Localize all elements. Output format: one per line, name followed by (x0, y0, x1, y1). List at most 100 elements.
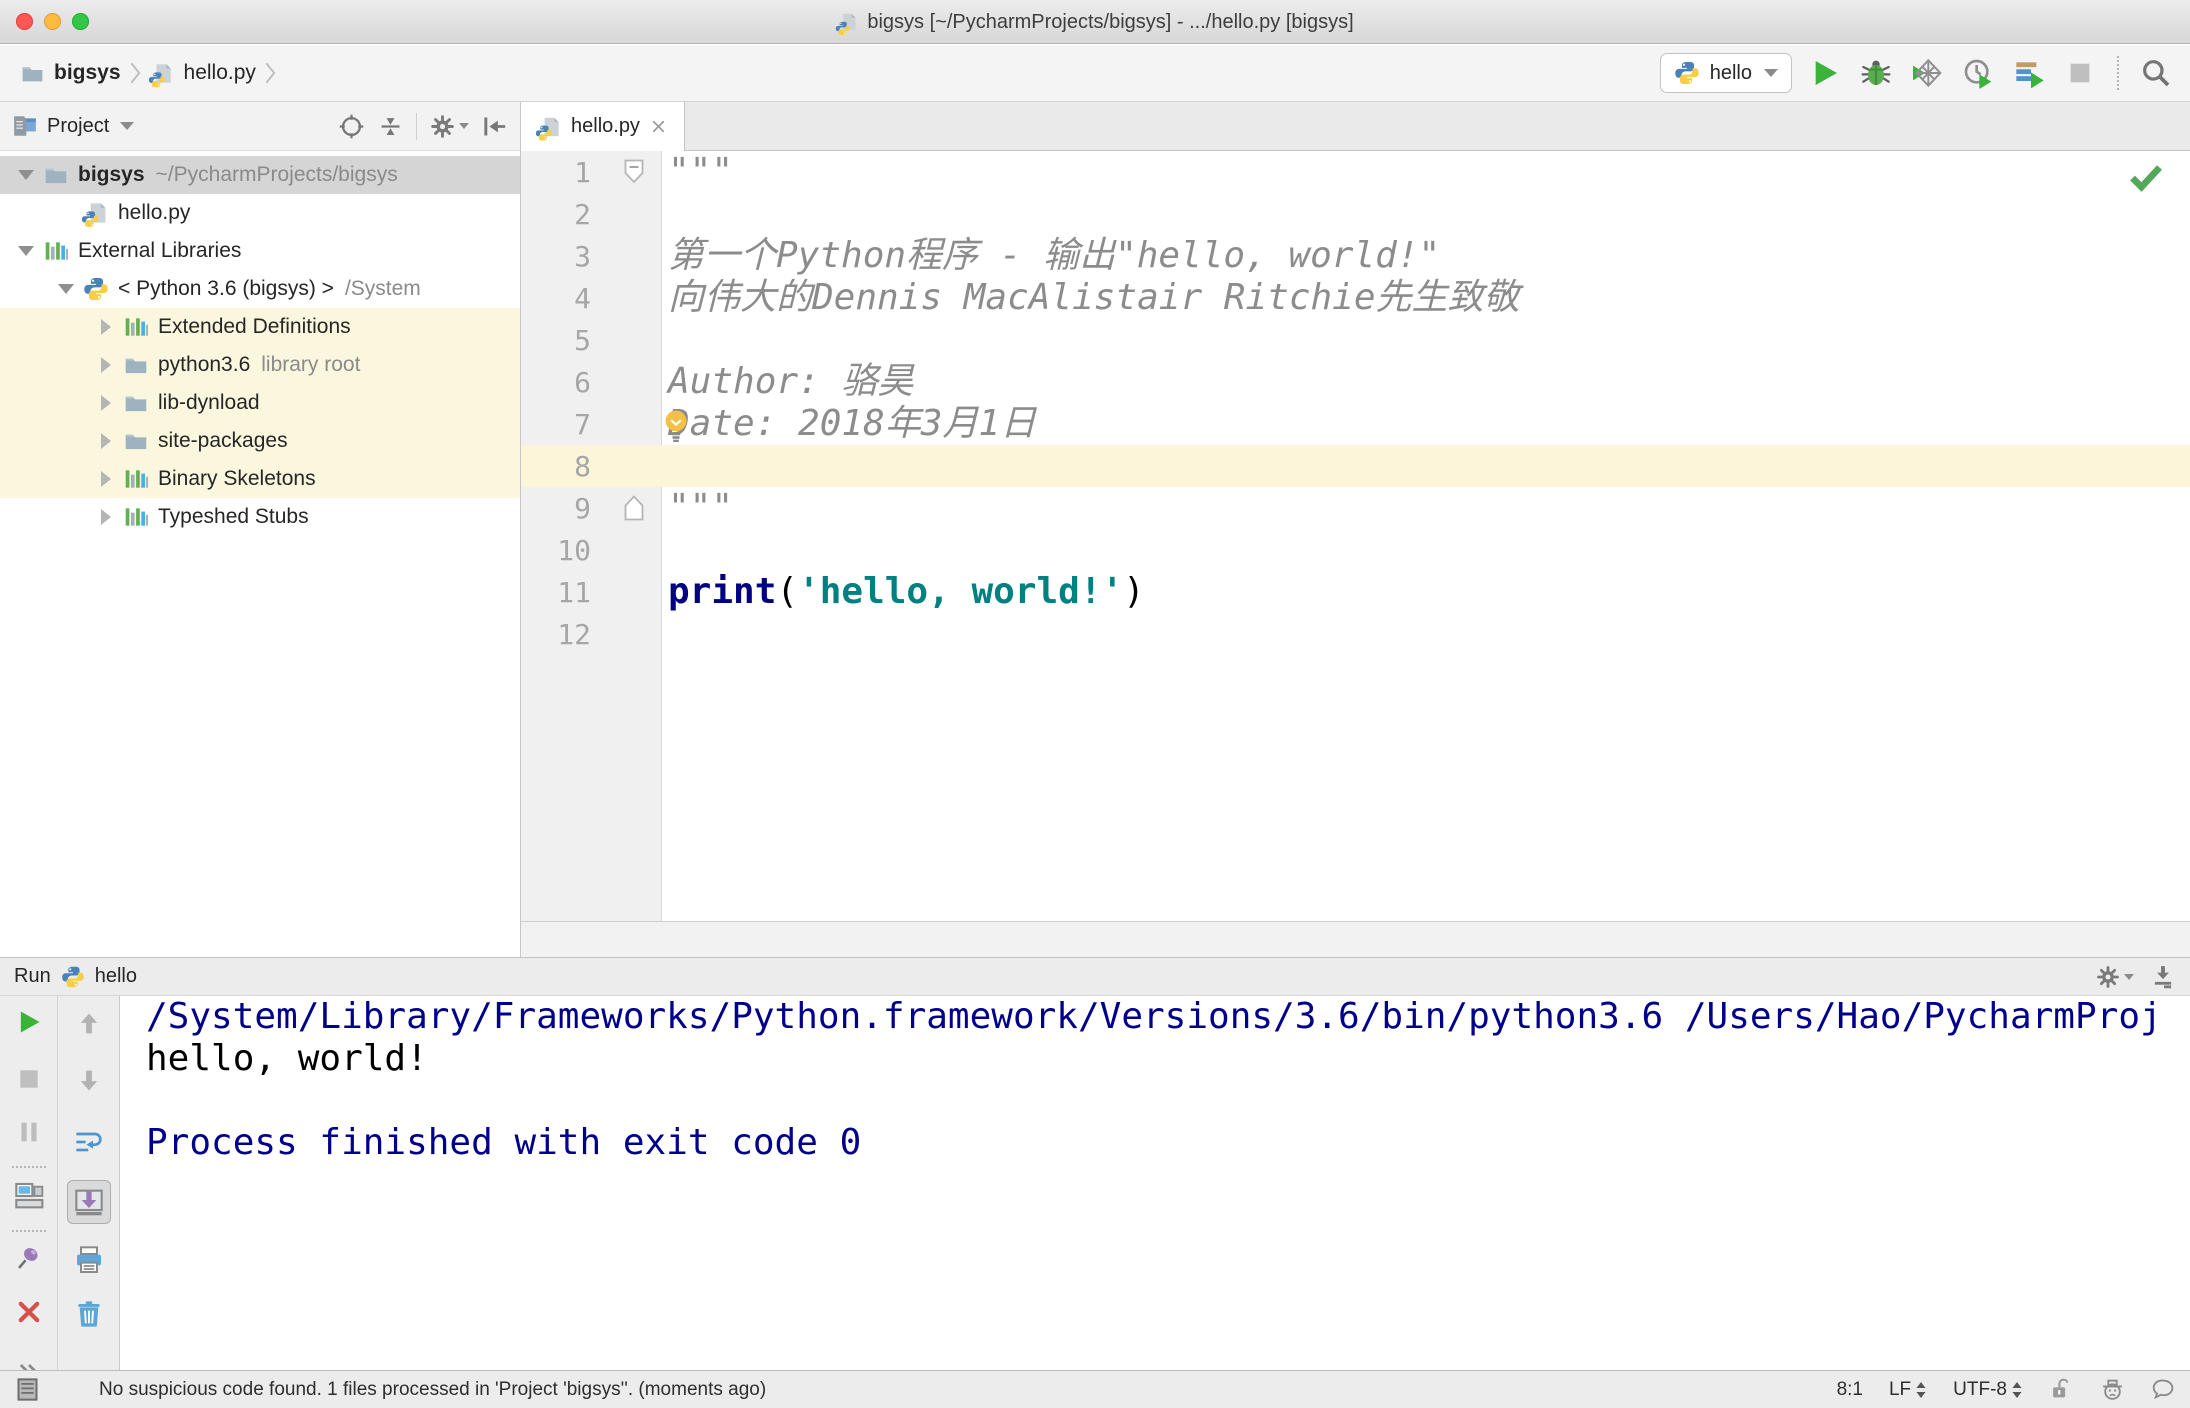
breadcrumb-item-bigsys[interactable]: bigsys (16, 59, 125, 88)
tree-row-lib-dynload[interactable]: lib-dynload (0, 384, 520, 422)
header-divider (416, 112, 417, 140)
soft-wrap-button[interactable] (73, 1126, 105, 1158)
tree-row-python3-6[interactable]: python3.6 library root (0, 346, 520, 384)
encoding-widget[interactable]: UTF-8 (1953, 1379, 2023, 1401)
line-number[interactable]: 8 (521, 450, 605, 483)
line-number[interactable]: 9 (521, 492, 605, 525)
next-trace-button[interactable] (73, 1064, 105, 1096)
line-number[interactable]: 5 (521, 324, 605, 357)
line-number[interactable]: 3 (521, 240, 605, 273)
inspection-profile-icon[interactable] (2100, 1377, 2125, 1402)
tree-row-hello-py[interactable]: hello.py (0, 194, 520, 232)
code-line-8[interactable]: 8 (521, 445, 2190, 487)
tab-hello-py[interactable]: hello.py (521, 102, 685, 151)
expanded-arrow-icon[interactable] (13, 246, 39, 256)
event-log-bubble-icon[interactable] (2151, 1377, 2176, 1402)
tree-row-external-libraries[interactable]: External Libraries (0, 232, 520, 270)
line-number[interactable]: 11 (521, 576, 605, 609)
collapsed-arrow-icon[interactable] (93, 357, 119, 373)
close-run-panel-button[interactable] (13, 1298, 45, 1326)
code-line-1[interactable]: 1 """ (521, 151, 2190, 193)
minimize-window-button[interactable] (44, 13, 61, 30)
collapsed-arrow-icon[interactable] (93, 395, 119, 411)
tool-window-switcher-icon[interactable] (14, 1376, 41, 1403)
collapsed-arrow-icon[interactable] (93, 471, 119, 487)
close-tab-icon[interactable] (649, 117, 668, 136)
fold-marker-icon[interactable] (605, 494, 662, 522)
collapsed-arrow-icon[interactable] (93, 509, 119, 525)
chevron-down-icon[interactable] (120, 122, 135, 130)
debug-button[interactable] (1858, 55, 1894, 91)
search-everywhere-button[interactable] (2138, 55, 2174, 91)
close-window-button[interactable] (16, 13, 33, 30)
tree-row-site-packages[interactable]: site-packages (0, 422, 520, 460)
line-number[interactable]: 12 (521, 618, 605, 651)
tree-row-python-3-6-bigsys[interactable]: < Python 3.6 (bigsys) > /System (0, 270, 520, 308)
tree-row-bigsys[interactable]: bigsys ~/PycharmProjects/bigsys (0, 156, 520, 194)
run-panel-settings-button[interactable] (2095, 964, 2134, 990)
pause-output-button[interactable] (13, 1118, 45, 1146)
run-button[interactable] (1807, 55, 1843, 91)
tree-row-binary-skeletons[interactable]: Binary Skeletons (0, 460, 520, 498)
tree-row-typeshed-stubs[interactable]: Typeshed Stubs (0, 498, 520, 536)
coverage-button[interactable] (1909, 55, 1945, 91)
code-line-7[interactable]: 7 Date: 2018年3月1日 (521, 403, 2190, 445)
project-panel-title[interactable]: Project (47, 115, 109, 138)
print-button[interactable] (73, 1244, 105, 1276)
prev-trace-button[interactable] (73, 1008, 105, 1040)
inspection-ok-icon[interactable] (2128, 163, 2164, 193)
line-number[interactable]: 4 (521, 282, 605, 315)
code-line-5[interactable]: 5 (521, 319, 2190, 361)
code-line-3[interactable]: 3 第一个Python程序 - 输出"hello, world!" (521, 235, 2190, 277)
clear-all-button[interactable] (73, 1298, 105, 1330)
concurrency-diagram-button[interactable] (2011, 55, 2047, 91)
toolbar-divider (11, 1166, 46, 1168)
breadcrumb-item-hello-py[interactable]: hello.py (146, 59, 260, 88)
collapse-all-button[interactable] (377, 113, 404, 140)
run-configuration-label: hello (1709, 61, 1752, 84)
run-config-name[interactable]: hello (95, 965, 137, 988)
code-line-2[interactable]: 2 (521, 193, 2190, 235)
expanded-arrow-icon[interactable] (53, 284, 79, 294)
code-line-11[interactable]: 11 print('hello, world!') (521, 571, 2190, 613)
tree-row-extended-definitions[interactable]: Extended Definitions (0, 308, 520, 346)
run-console-output[interactable]: /System/Library/Frameworks/Python.framew… (120, 996, 2190, 1370)
code-line-4[interactable]: 4 向伟大的Dennis MacAlistair Ritchie先生致敬 (521, 277, 2190, 319)
collapsed-arrow-icon[interactable] (93, 433, 119, 449)
code-line-6[interactable]: 6 Author: 骆昊 (521, 361, 2190, 403)
hide-run-panel-button[interactable] (2150, 964, 2176, 990)
status-bar: No suspicious code found. 1 files proces… (0, 1370, 2190, 1408)
stop-button[interactable] (2062, 55, 2098, 91)
line-number[interactable]: 7 (521, 408, 605, 441)
scroll-to-end-button[interactable] (66, 1180, 111, 1224)
expanded-arrow-icon[interactable] (13, 170, 39, 180)
line-number[interactable]: 2 (521, 198, 605, 231)
panel-settings-button[interactable] (429, 113, 469, 140)
fold-marker-icon[interactable] (605, 158, 662, 186)
caret-position-widget[interactable]: 8:1 (1837, 1379, 1863, 1401)
line-separator-widget[interactable]: LF (1889, 1379, 1927, 1401)
line-number[interactable]: 10 (521, 534, 605, 567)
hide-panel-button[interactable] (481, 113, 508, 140)
intention-bulb-icon[interactable] (659, 407, 693, 443)
rerun-button[interactable] (13, 1008, 45, 1036)
unlock-icon[interactable] (2049, 1377, 2074, 1402)
code-line-9[interactable]: 9 """ (521, 487, 2190, 529)
breadcrumb: bigsys hello.py (16, 59, 277, 88)
zoom-window-button[interactable] (72, 13, 89, 30)
line-number[interactable]: 6 (521, 366, 605, 399)
collapsed-arrow-icon[interactable] (93, 319, 119, 335)
editor-horizontal-scrollbar[interactable] (521, 921, 2190, 957)
pin-tab-button[interactable] (13, 1244, 45, 1272)
run-panel-title[interactable]: Run (14, 965, 51, 988)
project-window-icon (12, 113, 38, 139)
stop-process-button[interactable] (13, 1066, 45, 1092)
profiler-button[interactable] (1960, 55, 1996, 91)
code-editor[interactable]: 1 """ 2 3 第一个Python程序 - 输出"hello, world!" 4 向伟… (521, 151, 2190, 921)
code-line-12[interactable]: 12 (521, 613, 2190, 655)
code-line-10[interactable]: 10 (521, 529, 2190, 571)
line-number[interactable]: 1 (521, 156, 605, 189)
run-configuration-select[interactable]: hello (1659, 53, 1792, 93)
locate-file-button[interactable] (338, 113, 365, 140)
restore-layout-button[interactable] (13, 1180, 45, 1212)
